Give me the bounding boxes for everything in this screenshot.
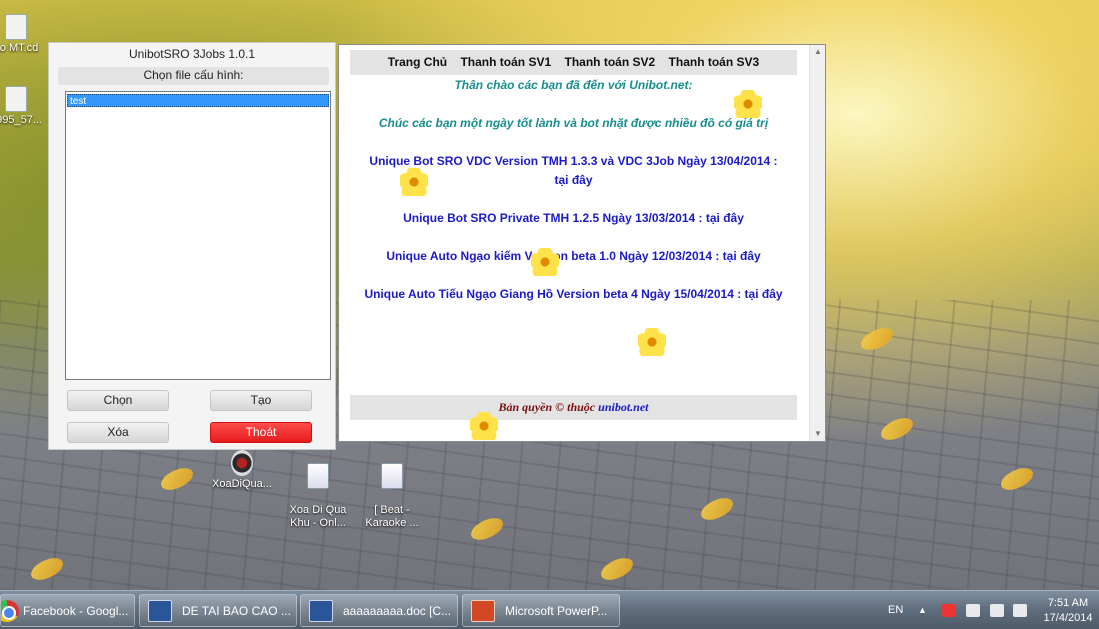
- nav-payment-sv1[interactable]: Thanh toán SV1: [460, 55, 551, 69]
- nav-payment-sv3[interactable]: Thanh toán SV3: [669, 55, 760, 69]
- welcome-text: Thân chào các bạn đã đến với Unibot.net:: [454, 78, 693, 92]
- flower-icon: [470, 412, 498, 440]
- news-item: Unique Bot SRO Private TMH 1.2.5 Ngày 13…: [350, 211, 797, 225]
- taskbar-item-word-1[interactable]: DE TAI BAO CAO ...: [139, 594, 297, 627]
- copyright-text: Bản quyền © thuộc: [498, 400, 596, 414]
- desktop-icon-label: [ Beat - Karaoke ...: [365, 504, 419, 529]
- taskbar-item-powerpoint[interactable]: Microsoft PowerP...: [462, 594, 620, 627]
- setup-icon: [5, 86, 27, 112]
- nav-bar: Trang Chủ Thanh toán SV1 Thanh toán SV2 …: [350, 50, 797, 75]
- system-clock[interactable]: 7:51 AM 17/4/2014: [1040, 596, 1096, 626]
- powerpoint-icon: [471, 600, 495, 622]
- download-link[interactable]: tại đây: [745, 287, 783, 301]
- taskbar-item-word-2[interactable]: aaaaaaaaa.doc [C...: [300, 594, 458, 627]
- desktop-icon-mp3-xoadiqua[interactable]: Xoa Di Qua Khu - Onl...: [278, 450, 358, 543]
- flower-icon: [638, 328, 666, 356]
- exit-button[interactable]: Thoát: [210, 422, 312, 443]
- download-link[interactable]: tại đây: [723, 249, 761, 263]
- network-signal-icon[interactable]: [966, 604, 980, 617]
- news-text: Unique Auto Tiếu Ngạo Giang Hồ Version b…: [364, 287, 742, 301]
- nav-home[interactable]: Trang Chủ: [388, 55, 447, 69]
- language-indicator[interactable]: EN: [888, 591, 903, 629]
- taskbar: Facebook - Googl... DE TAI BAO CAO ... a…: [0, 590, 1099, 629]
- flower-icon: [734, 90, 762, 118]
- taskbar-item-label: Facebook - Googl...: [23, 604, 129, 618]
- news-text: Unique Bot SRO Private TMH 1.2.5 Ngày 13…: [403, 211, 703, 225]
- desktop-icon-label: Xoa Di Qua Khu - Onl...: [289, 504, 347, 529]
- list-item[interactable]: test: [67, 94, 329, 107]
- config-file-list[interactable]: test: [65, 91, 331, 380]
- taskbar-item-label: DE TAI BAO CAO ...: [182, 604, 291, 618]
- news-item: Unique Auto Tiếu Ngạo Giang Hồ Version b…: [350, 287, 797, 301]
- chrome-icon: [1, 600, 19, 622]
- taskbar-item-chrome[interactable]: Facebook - Googl...: [0, 594, 135, 627]
- download-link[interactable]: tại đây: [706, 211, 744, 225]
- show-hidden-icons-icon[interactable]: ▲: [918, 591, 927, 629]
- copyright-footer: Bản quyền © thuộc unibot.net: [350, 395, 797, 420]
- clock-time: 7:51 AM: [1047, 597, 1089, 609]
- nav-payment-sv2[interactable]: Thanh toán SV2: [565, 55, 656, 69]
- scroll-up-icon[interactable]: ▲: [810, 45, 826, 59]
- site-link[interactable]: unibot.net: [598, 400, 648, 414]
- dialog-subtitle: Chọn file cấu hình:: [58, 67, 329, 85]
- desktop-icon-mp3-beat[interactable]: [ Beat - Karaoke ...: [352, 450, 432, 543]
- dialog-title: UnibotSRO 3Jobs 1.0.1: [128, 47, 256, 61]
- desktop-icon-label: XoaDiQua...: [212, 478, 272, 490]
- file-icon: [5, 14, 27, 40]
- news-item: Unique Auto Ngạo kiếm Version beta 1.0 N…: [350, 249, 797, 263]
- taskbar-item-label: aaaaaaaaa.doc [C...: [343, 604, 452, 618]
- wish-text: Chúc các bạn một ngày tốt lành và bot nh…: [378, 116, 769, 130]
- volume-icon[interactable]: [1013, 604, 1027, 617]
- word-icon: [309, 600, 333, 622]
- choose-button[interactable]: Chọn: [67, 390, 169, 411]
- media-eye-icon: [231, 450, 253, 476]
- vertical-scrollbar[interactable]: ▲ ▼: [809, 45, 825, 441]
- mp3-file-icon: [307, 463, 329, 489]
- word-icon: [148, 600, 172, 622]
- mp3-file-icon: [381, 463, 403, 489]
- news-item: Unique Bot SRO VDC Version TMH 1.3.3 và …: [350, 154, 797, 168]
- action-center-flag-icon[interactable]: [942, 604, 956, 617]
- config-dialog: UnibotSRO 3Jobs 1.0.1 Chọn file cấu hình…: [48, 42, 336, 450]
- taskbar-item-label: Microsoft PowerP...: [505, 604, 608, 618]
- delete-button[interactable]: Xóa: [67, 422, 169, 443]
- create-button[interactable]: Tạo: [210, 390, 312, 411]
- flower-icon: [400, 168, 428, 196]
- flower-icon: [531, 248, 559, 276]
- clock-date: 17/4/2014: [1043, 612, 1093, 624]
- desktop-icon-xoadiqua[interactable]: XoaDiQua...: [202, 450, 282, 491]
- news-text: Unique Bot SRO VDC Version TMH 1.3.3 và …: [369, 154, 778, 168]
- usb-device-icon[interactable]: [990, 604, 1004, 617]
- scroll-down-icon[interactable]: ▼: [810, 427, 826, 441]
- download-link[interactable]: tại đây: [554, 173, 592, 187]
